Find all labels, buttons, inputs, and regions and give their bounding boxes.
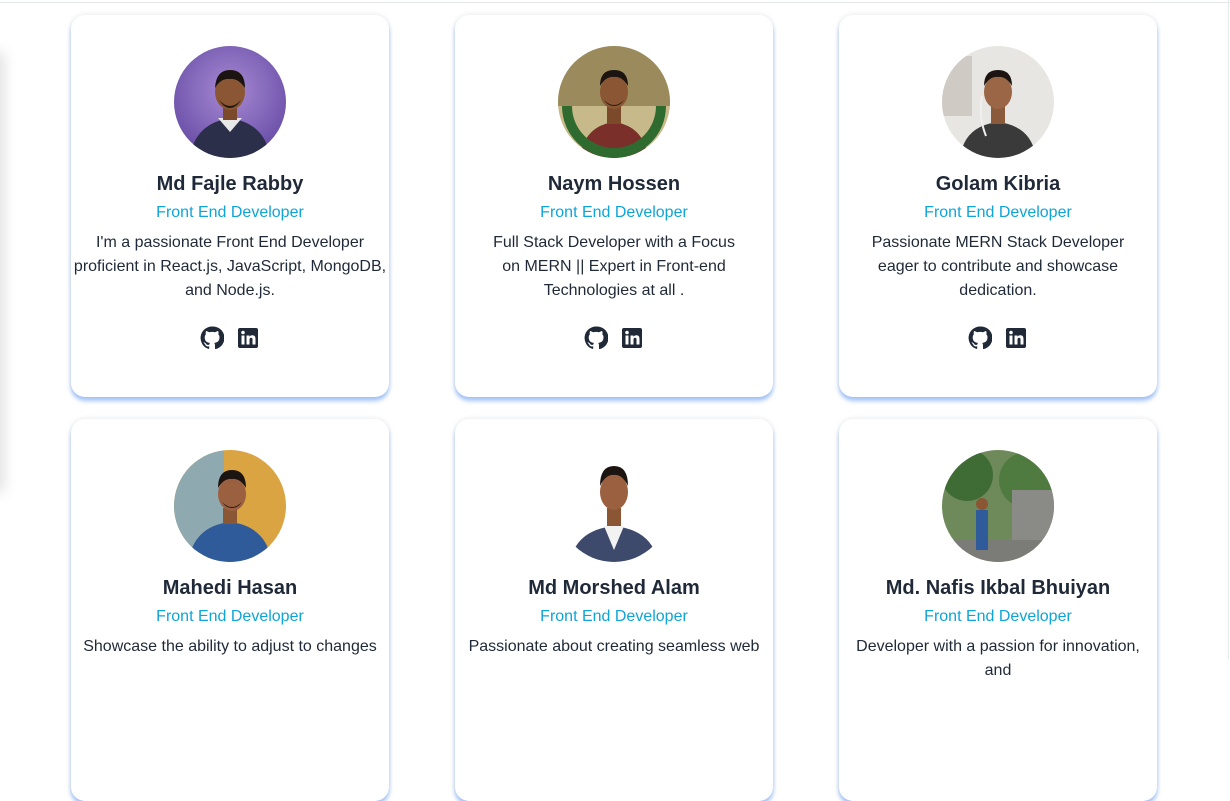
bio-line: on MERN || Expert in Front-end: [502, 258, 726, 275]
github-icon[interactable]: [584, 326, 608, 350]
member-role: Front End Developer: [924, 608, 1072, 625]
bio-line: I'm a passionate Front End Developer: [95, 234, 365, 251]
member-name: Golam Kibria: [935, 173, 1061, 195]
member-role: Front End Developer: [156, 608, 304, 625]
team-card: Md. Nafis Ikbal Bhuiyan Front End Develo…: [839, 419, 1157, 801]
member-bio: Showcase the ability to adjust to change…: [73, 635, 387, 659]
bio-line: Developer with a passion for innovation,…: [856, 638, 1140, 679]
social-links: [455, 326, 773, 352]
bio-line: dedication.: [959, 282, 1037, 299]
bio-line: Technologies at all .: [543, 282, 685, 299]
member-bio: Passionate about creating seamless web: [457, 635, 771, 659]
bio-line: and Node.js.: [185, 282, 275, 299]
avatar: [174, 46, 286, 158]
bio-line: Passionate about creating seamless web: [468, 638, 760, 655]
team-card: Naym Hossen Front End Developer Full Sta…: [455, 15, 773, 397]
bio-line: eager to contribute and showcase: [877, 258, 1119, 275]
member-bio: Passionate MERN Stack Developer eager to…: [841, 231, 1155, 303]
member-role: Front End Developer: [540, 608, 688, 625]
avatar: [558, 450, 670, 562]
team-card: Mahedi Hasan Front End Developer Showcas…: [71, 419, 389, 801]
member-name: Md. Nafis Ikbal Bhuiyan: [885, 577, 1111, 599]
github-icon[interactable]: [200, 326, 224, 350]
member-name: Md Fajle Rabby: [156, 173, 304, 195]
team-card: Md Fajle Rabby Front End Developer I'm a…: [71, 15, 389, 397]
github-icon[interactable]: [968, 326, 992, 350]
team-card: Golam Kibria Front End Developer Passion…: [839, 15, 1157, 397]
member-bio: Developer with a passion for innovation,…: [841, 635, 1155, 683]
bio-line: Full Stack Developer with a Focus: [493, 234, 735, 251]
social-links: [839, 326, 1157, 352]
avatar: [942, 46, 1054, 158]
member-name: Naym Hossen: [547, 173, 681, 195]
avatar: [174, 450, 286, 562]
avatar: [942, 450, 1054, 562]
scrollbar-edge: [1228, 0, 1229, 659]
member-role: Front End Developer: [924, 204, 1072, 221]
linkedin-icon[interactable]: [1004, 326, 1028, 350]
member-bio: I'm a passionate Front End Developer pro…: [73, 231, 387, 303]
member-role: Front End Developer: [156, 204, 304, 221]
bio-line: proficient in React.js, JavaScript, Mong…: [73, 258, 387, 275]
social-links: [71, 326, 389, 352]
member-role: Front End Developer: [540, 204, 688, 221]
team-card: Md Morshed Alam Front End Developer Pass…: [455, 419, 773, 801]
bio-line: Passionate MERN Stack Developer: [871, 234, 1125, 251]
linkedin-icon[interactable]: [236, 326, 260, 350]
bio-line: Showcase the ability to adjust to change…: [83, 638, 377, 655]
member-name: Md Morshed Alam: [528, 577, 700, 599]
avatar: [558, 46, 670, 158]
top-divider: [0, 2, 1230, 3]
member-bio: Full Stack Developer with a Focus on MER…: [457, 231, 771, 303]
linkedin-icon[interactable]: [620, 326, 644, 350]
member-name: Mahedi Hasan: [162, 577, 298, 599]
